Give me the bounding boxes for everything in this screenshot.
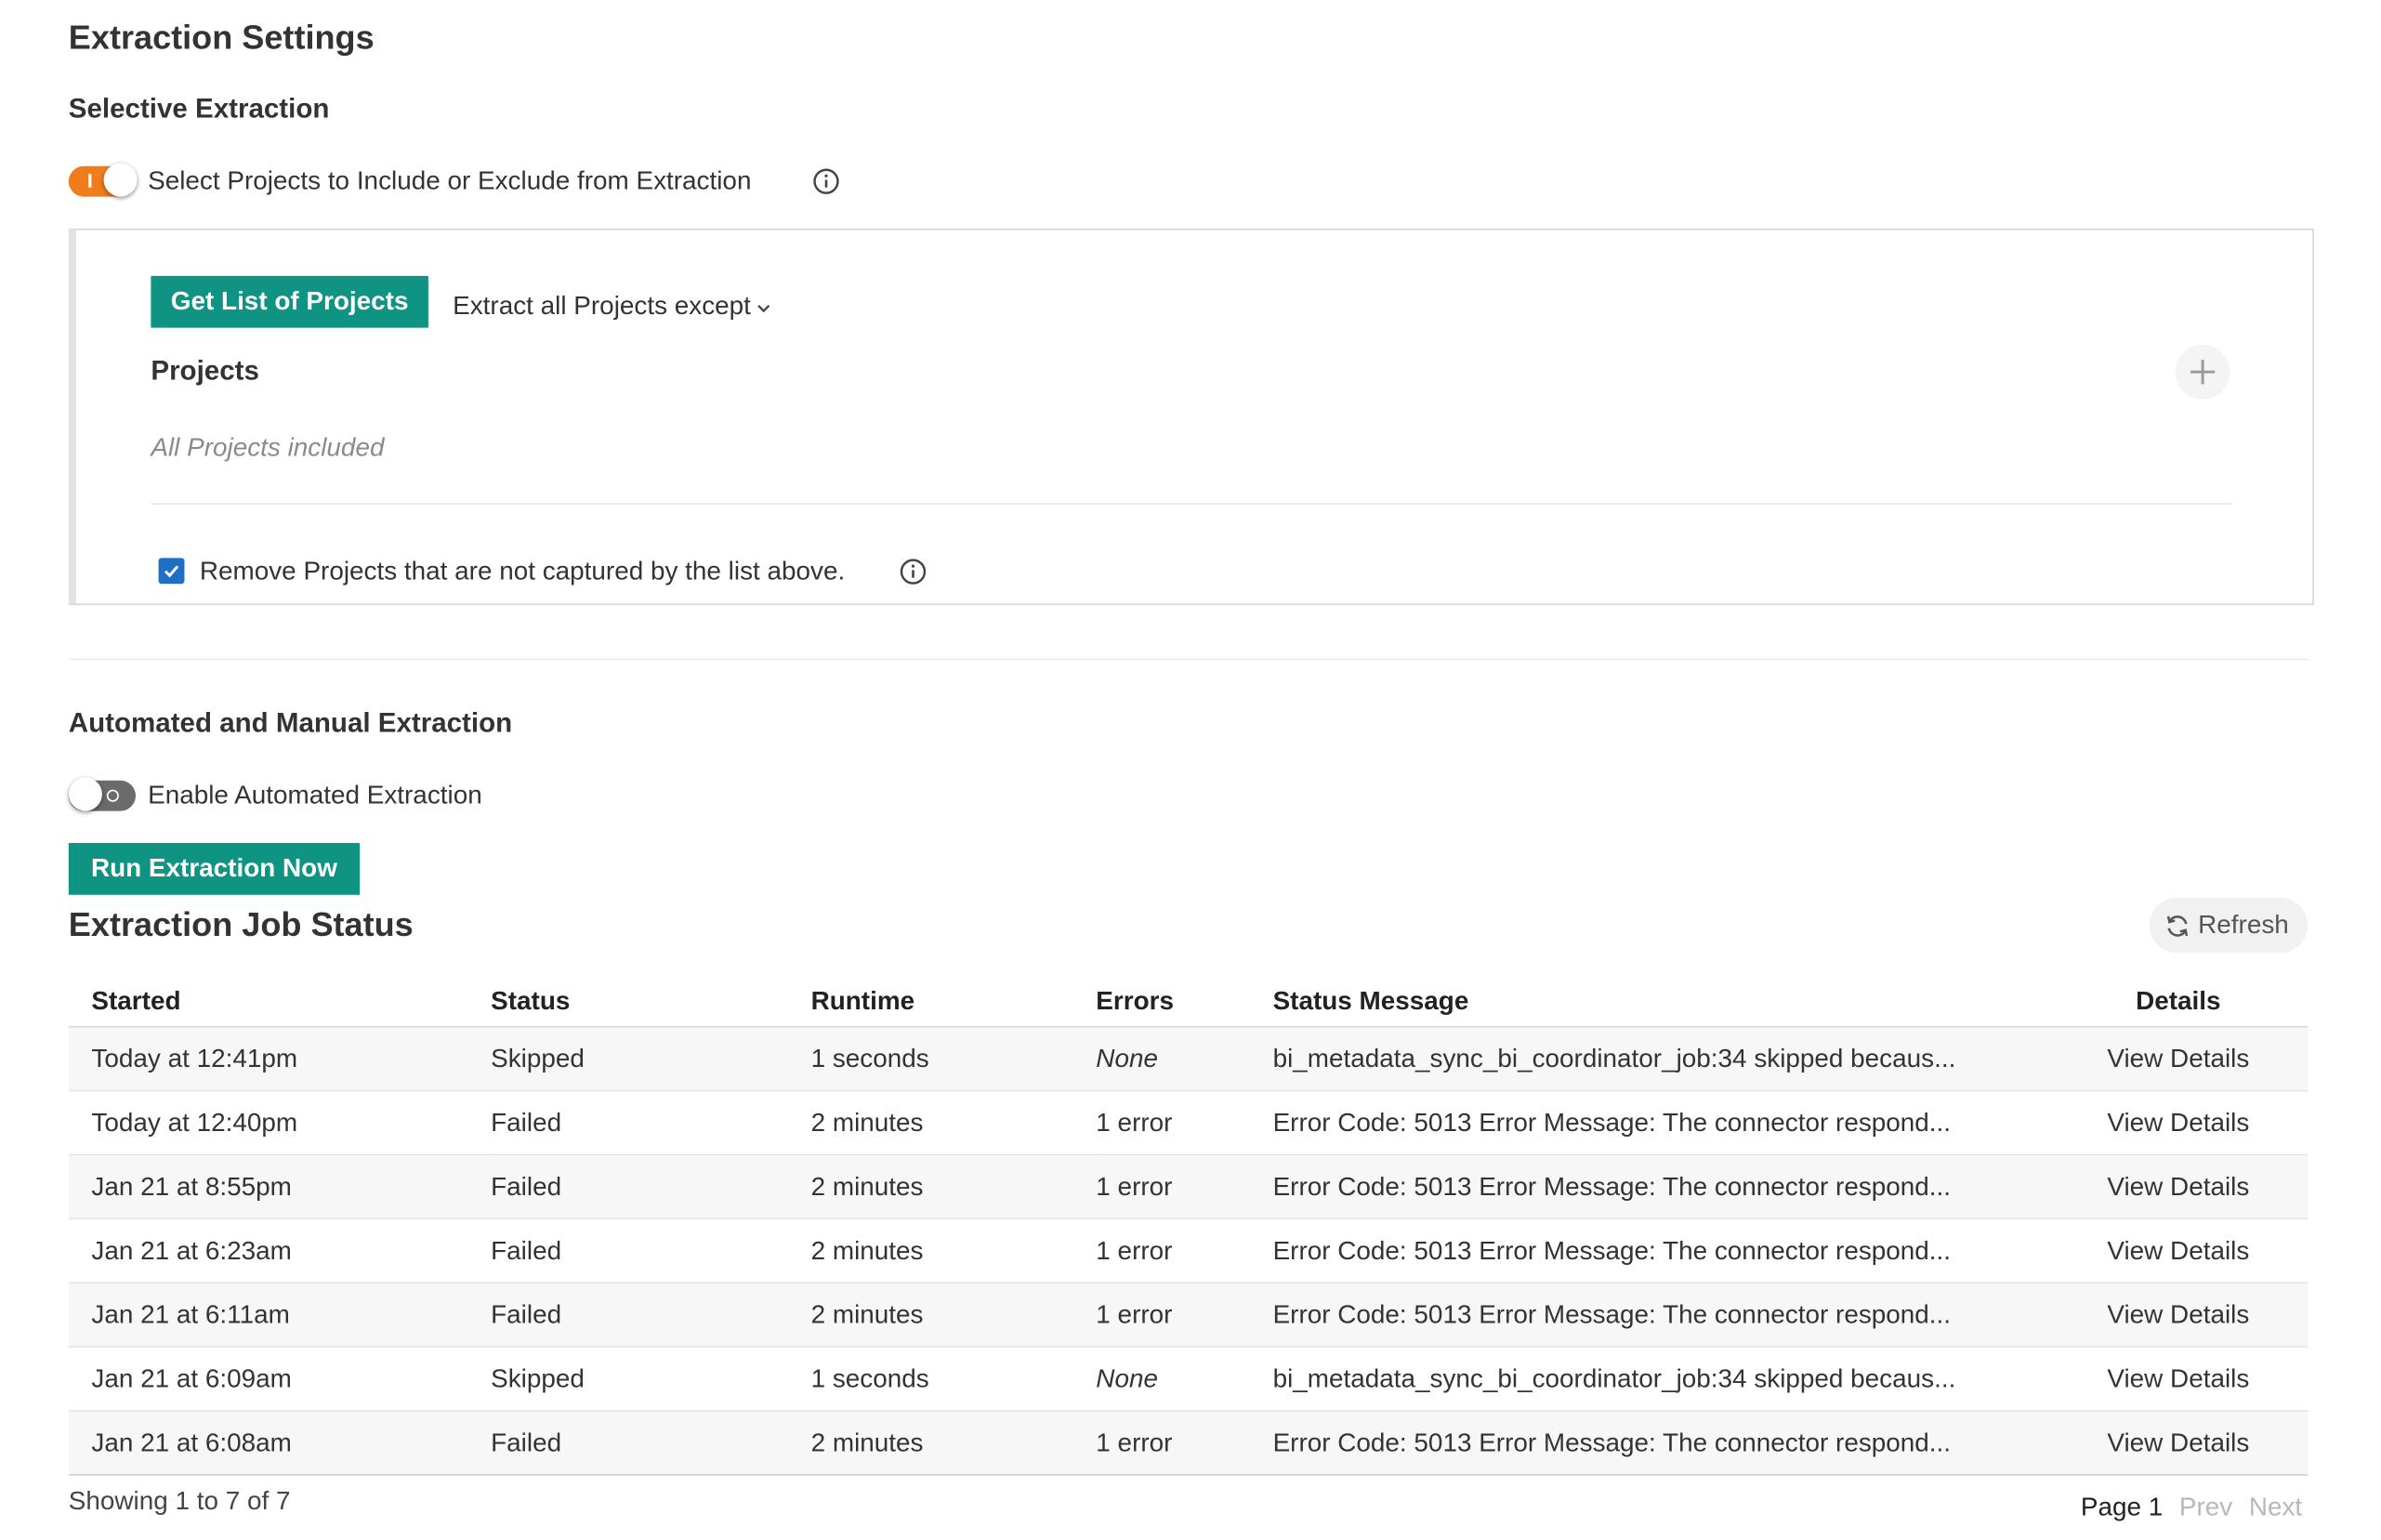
projects-heading: Projects xyxy=(151,355,259,386)
automated-extraction-toggle-label: Enable Automated Extraction xyxy=(148,780,482,809)
refresh-button[interactable]: Refresh xyxy=(2149,898,2309,954)
job-status-message-cell: bi_metadata_sync_bi_coordinator_job:34 s… xyxy=(1272,1026,2049,1092)
job-started-cell: Today at 12:40pm xyxy=(68,1090,492,1156)
selective-extraction-toggle-label: Select Projects to Include or Exclude fr… xyxy=(148,165,752,195)
job-status-message-cell: Error Code: 5013 Error Message: The conn… xyxy=(1272,1154,2049,1220)
chevron-down-icon xyxy=(756,304,770,312)
projects-divider xyxy=(151,503,2232,505)
table-row: Jan 21 at 6:08am Failed 2 minutes 1 error Er… xyxy=(68,1411,2309,1476)
job-runtime-cell: 1 seconds xyxy=(810,1026,1097,1092)
next-page-button[interactable]: Next xyxy=(2249,1493,2302,1521)
showing-count: Showing 1 to 7 of 7 xyxy=(68,1486,291,1516)
add-project-button[interactable] xyxy=(2175,344,2230,400)
selective-extraction-toggle[interactable] xyxy=(68,163,138,197)
job-started-cell: Jan 21 at 6:23am xyxy=(68,1218,492,1284)
job-errors-cell: 1 error xyxy=(1096,1283,1273,1348)
column-header-errors: Errors xyxy=(1096,975,1273,1028)
toggle-on-mark-icon xyxy=(88,173,92,188)
projects-empty-state: All Projects included xyxy=(151,432,385,462)
table-header-row: Started Status Runtime Errors Status Mes… xyxy=(68,975,2309,1028)
table-row: Today at 12:41pm Skipped 1 seconds None bi_m… xyxy=(68,1026,2309,1092)
column-header-status: Status xyxy=(491,975,811,1028)
job-status-message-cell: Error Code: 5013 Error Message: The conn… xyxy=(1272,1090,2049,1156)
job-errors-cell: None xyxy=(1096,1347,1273,1412)
extraction-mode-dropdown[interactable]: Extract all Projects except xyxy=(453,291,770,322)
run-extraction-now-button[interactable]: Run Extraction Now xyxy=(68,843,361,895)
remove-projects-checkbox[interactable] xyxy=(158,558,185,585)
view-details-link[interactable]: View Details xyxy=(2048,1090,2309,1156)
view-details-link[interactable]: View Details xyxy=(2048,1154,2309,1220)
remove-projects-checkbox-label: Remove Projects that are not captured by… xyxy=(199,556,846,586)
job-status-cell: Failed xyxy=(491,1090,811,1156)
column-header-status-message: Status Message xyxy=(1272,975,2049,1028)
job-runtime-cell: 2 minutes xyxy=(810,1154,1097,1220)
job-status-message-cell: Error Code: 5013 Error Message: The conn… xyxy=(1272,1218,2049,1284)
refresh-icon xyxy=(2166,915,2189,937)
job-errors-cell: 1 error xyxy=(1096,1090,1273,1156)
job-errors-cell: 1 error xyxy=(1096,1154,1273,1220)
extraction-mode-selected: Extract all Projects except xyxy=(453,291,751,321)
job-status-cell: Failed xyxy=(491,1218,811,1284)
job-status-cell: Skipped xyxy=(491,1026,811,1092)
job-started-cell: Jan 21 at 6:09am xyxy=(68,1347,492,1412)
job-errors-cell: 1 error xyxy=(1096,1411,1273,1476)
table-row: Jan 21 at 6:11am Failed 2 minutes 1 error Er… xyxy=(68,1283,2309,1348)
automated-extraction-toggle[interactable] xyxy=(68,777,136,811)
checkmark-icon xyxy=(164,565,179,578)
toggle-knob xyxy=(68,777,102,811)
page-title: Extraction Settings xyxy=(68,18,375,57)
job-status-table: Started Status Runtime Errors Status Mes… xyxy=(68,975,2309,1476)
info-icon[interactable] xyxy=(812,167,840,195)
job-runtime-cell: 2 minutes xyxy=(810,1411,1097,1476)
toggle-knob xyxy=(103,163,138,197)
table-row: Jan 21 at 6:09am Skipped 1 seconds None bi_m… xyxy=(68,1347,2309,1412)
job-status-message-cell: Error Code: 5013 Error Message: The conn… xyxy=(1272,1411,2049,1476)
selective-extraction-heading: Selective Extraction xyxy=(68,93,330,124)
job-status-cell: Skipped xyxy=(491,1347,811,1412)
job-started-cell: Today at 12:41pm xyxy=(68,1026,492,1092)
job-status-cell: Failed xyxy=(491,1283,811,1348)
info-icon[interactable] xyxy=(900,558,927,586)
column-header-started: Started xyxy=(68,975,492,1028)
toggle-off-mark-icon xyxy=(106,789,119,802)
current-page: Page 1 xyxy=(2080,1492,2164,1521)
get-list-of-projects-button[interactable]: Get List of Projects xyxy=(151,275,428,328)
job-runtime-cell: 2 minutes xyxy=(810,1283,1097,1348)
prev-page-button[interactable]: Prev xyxy=(2179,1493,2232,1521)
table-row: Today at 12:40pm Failed 2 minutes 1 error Er… xyxy=(68,1090,2309,1156)
column-header-details: Details xyxy=(2048,975,2309,1028)
view-details-link[interactable]: View Details xyxy=(2048,1026,2309,1092)
table-row: Jan 21 at 8:55pm Failed 2 minutes 1 error Er… xyxy=(68,1154,2309,1220)
plus-icon xyxy=(2190,360,2216,385)
job-errors-cell: 1 error xyxy=(1096,1218,1273,1284)
job-status-cell: Failed xyxy=(491,1154,811,1220)
view-details-link[interactable]: View Details xyxy=(2048,1218,2309,1284)
pagination: Page 1 Prev Next xyxy=(2081,1493,2302,1523)
section-divider xyxy=(68,658,2309,661)
job-errors-cell: None xyxy=(1096,1026,1273,1092)
job-status-message-cell: bi_metadata_sync_bi_coordinator_job:34 s… xyxy=(1272,1347,2049,1412)
job-started-cell: Jan 21 at 6:11am xyxy=(68,1283,492,1348)
view-details-link[interactable]: View Details xyxy=(2048,1347,2309,1412)
automated-extraction-heading: Automated and Manual Extraction xyxy=(68,707,513,738)
job-started-cell: Jan 21 at 6:08am xyxy=(68,1411,492,1476)
job-status-cell: Failed xyxy=(491,1411,811,1476)
job-status-heading: Extraction Job Status xyxy=(68,905,414,944)
job-runtime-cell: 1 seconds xyxy=(810,1347,1097,1412)
view-details-link[interactable]: View Details xyxy=(2048,1411,2309,1476)
job-runtime-cell: 2 minutes xyxy=(810,1090,1097,1156)
job-runtime-cell: 2 minutes xyxy=(810,1218,1097,1284)
job-status-message-cell: Error Code: 5013 Error Message: The conn… xyxy=(1272,1283,2049,1348)
refresh-button-label: Refresh xyxy=(2198,910,2289,940)
table-row: Jan 21 at 6:23am Failed 2 minutes 1 error Er… xyxy=(68,1218,2309,1284)
column-header-runtime: Runtime xyxy=(810,975,1097,1028)
job-started-cell: Jan 21 at 8:55pm xyxy=(68,1154,492,1220)
view-details-link[interactable]: View Details xyxy=(2048,1283,2309,1348)
